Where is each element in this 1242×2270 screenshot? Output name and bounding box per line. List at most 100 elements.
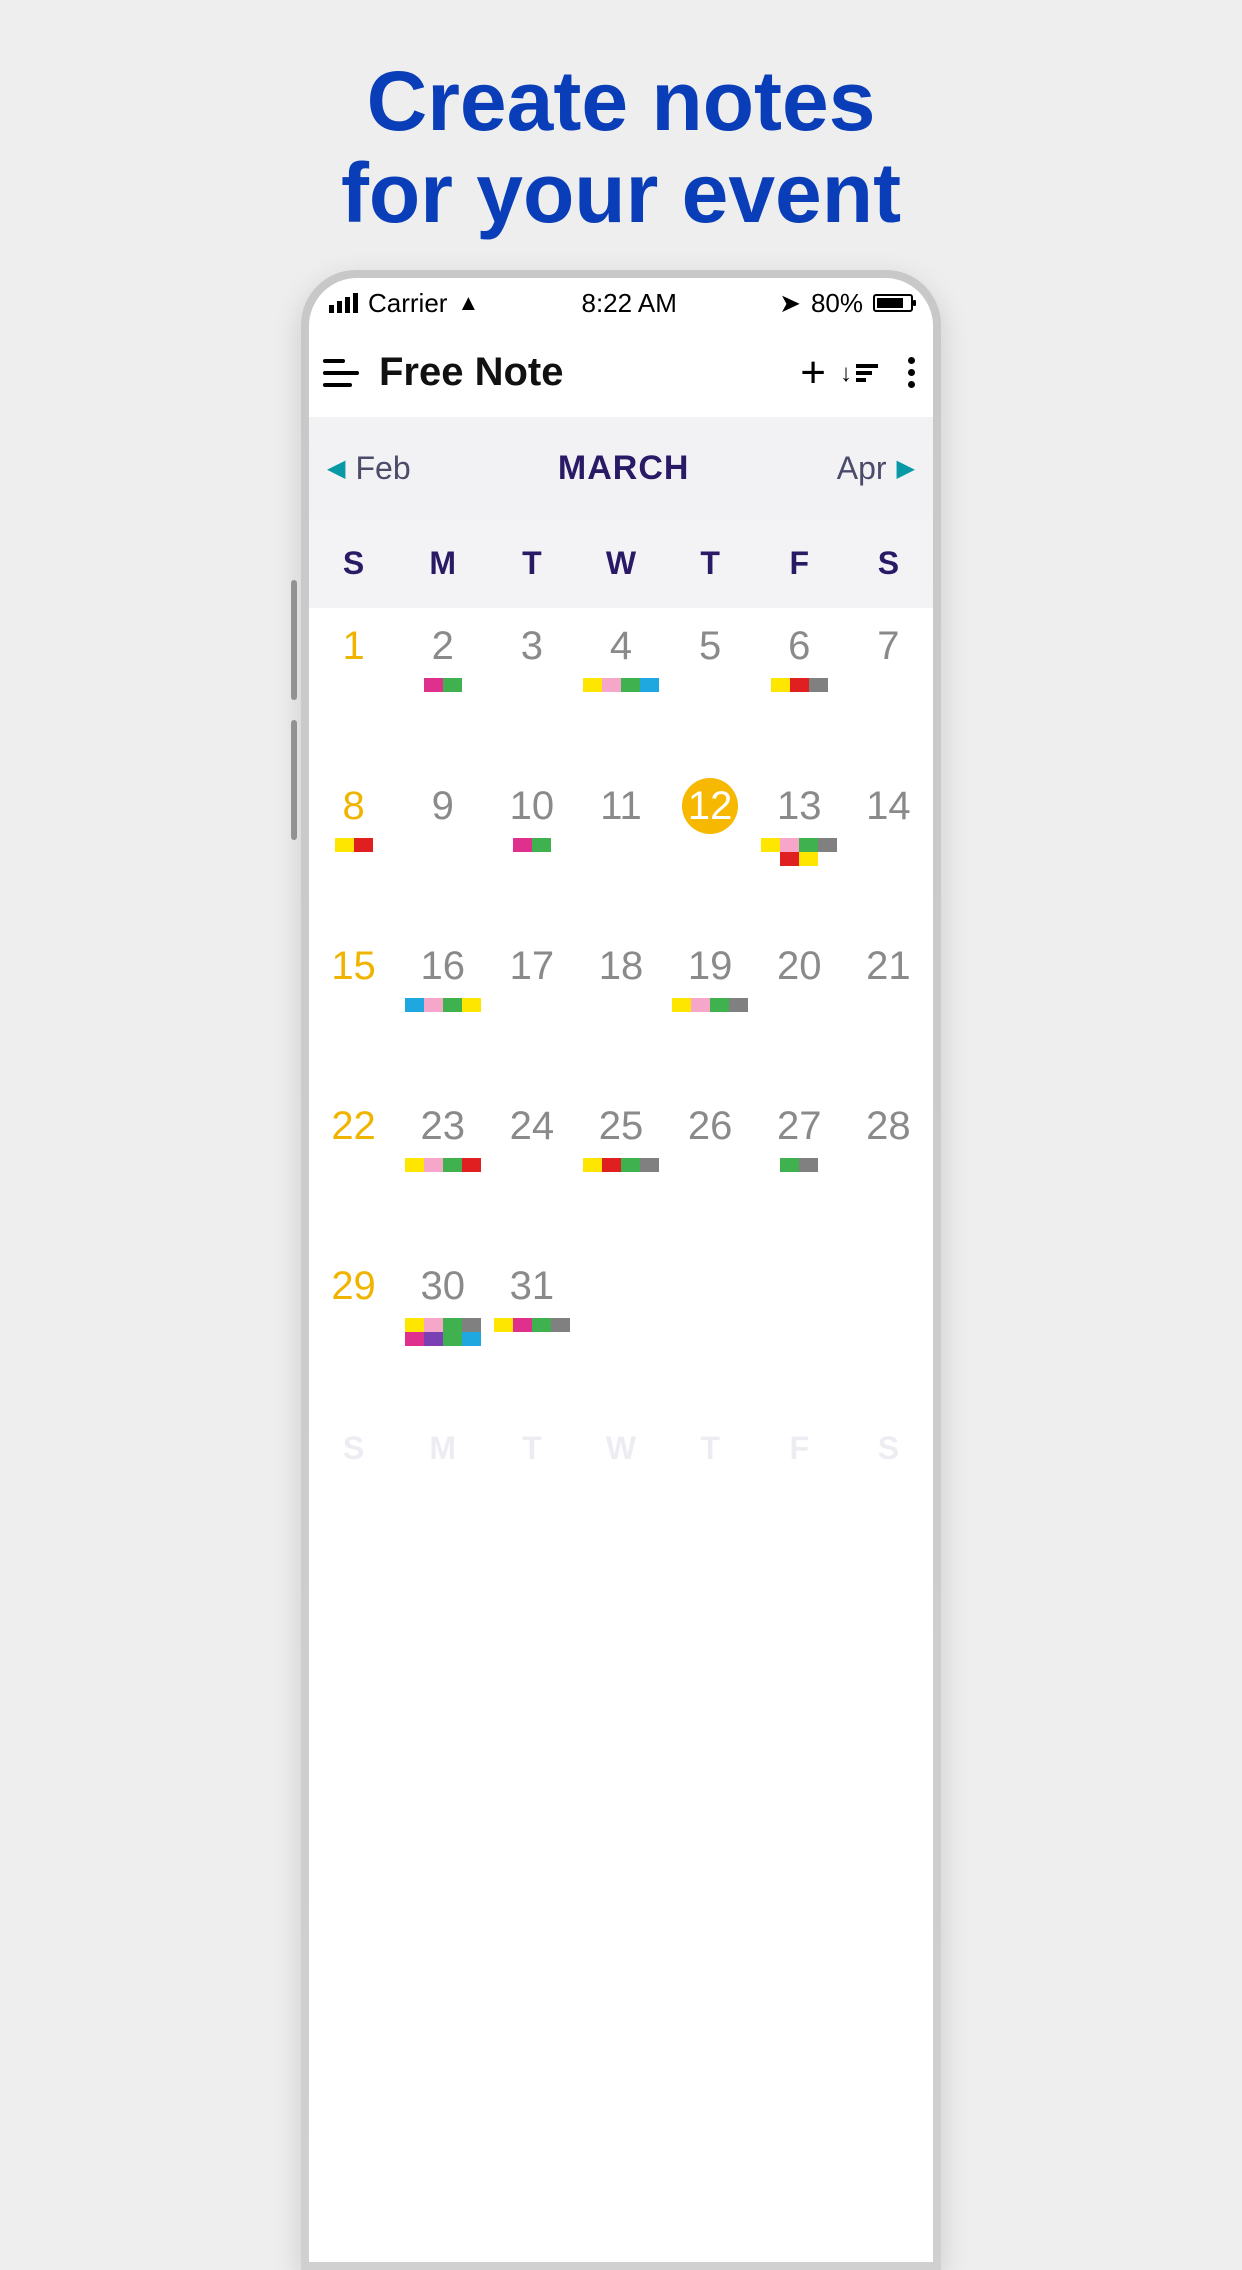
day-number: 3 [521, 618, 543, 674]
menu-icon[interactable] [323, 359, 359, 387]
promo-line-1: Create notes [0, 55, 1242, 147]
day-number: 31 [510, 1258, 555, 1314]
calendar-day[interactable]: 19 [666, 928, 755, 1088]
tag-yellow [462, 998, 481, 1012]
calendar-day[interactable]: 15 [309, 928, 398, 1088]
tag-green [621, 1158, 640, 1172]
tag-green [532, 1318, 551, 1332]
tag-yellow [405, 1158, 424, 1172]
tag-green [621, 678, 640, 692]
calendar-day[interactable]: 17 [487, 928, 576, 1088]
day-number: 16 [420, 938, 465, 994]
calendar-day[interactable]: 11 [576, 768, 665, 928]
app-header: Free Note + [309, 328, 933, 418]
next-month-button[interactable]: Apr ▶ [837, 450, 915, 487]
more-button[interactable] [908, 357, 915, 388]
day-number: 9 [432, 778, 454, 834]
tag-green [532, 838, 551, 852]
calendar-day[interactable]: 25 [576, 1088, 665, 1248]
chevron-left-icon: ◀ [327, 454, 345, 483]
day-tags [405, 678, 481, 692]
calendar-day[interactable]: 14 [844, 768, 933, 928]
tag-yellow [799, 852, 818, 866]
day-tags [494, 1318, 570, 1332]
day-tags [405, 1158, 481, 1172]
calendar-day[interactable]: 21 [844, 928, 933, 1088]
calendar-day[interactable]: 16 [398, 928, 487, 1088]
day-number: 6 [788, 618, 810, 674]
calendar-day[interactable]: 27 [755, 1088, 844, 1248]
status-time: 8:22 AM [581, 288, 676, 319]
weekday-label: W [576, 518, 665, 608]
tag-blue [462, 1332, 481, 1346]
weekday-label: T [487, 518, 576, 608]
prev-month-button[interactable]: ◀ Feb [327, 450, 411, 487]
tag-green [443, 1158, 462, 1172]
tag-pink [513, 1318, 532, 1332]
day-number: 1 [342, 618, 364, 674]
sort-button[interactable] [856, 364, 878, 382]
calendar-day[interactable]: 13 [755, 768, 844, 928]
tag-lpink [424, 1158, 443, 1172]
calendar-day[interactable]: 29 [309, 1248, 398, 1408]
tag-lpink [424, 1318, 443, 1332]
day-number: 15 [331, 938, 376, 994]
tag-red [780, 852, 799, 866]
calendar-day[interactable]: 5 [666, 608, 755, 768]
signal-icon [329, 293, 358, 313]
calendar-day[interactable]: 6 [755, 608, 844, 768]
calendar-day[interactable]: 4 [576, 608, 665, 768]
day-number: 10 [510, 778, 555, 834]
calendar-day[interactable]: 12 [666, 768, 755, 928]
day-number: 4 [610, 618, 632, 674]
calendar-day[interactable]: 24 [487, 1088, 576, 1248]
day-number: 19 [688, 938, 733, 994]
day-number: 30 [420, 1258, 465, 1314]
tag-green [443, 1332, 462, 1346]
tag-green [443, 1318, 462, 1332]
day-tags [583, 1158, 659, 1172]
calendar-day[interactable]: 22 [309, 1088, 398, 1248]
day-number: 2 [432, 618, 454, 674]
calendar-day[interactable]: 3 [487, 608, 576, 768]
day-number: 18 [599, 938, 644, 994]
tag-yellow [672, 998, 691, 1012]
calendar-day[interactable]: 2 [398, 608, 487, 768]
calendar-day[interactable]: 8 [309, 768, 398, 928]
calendar-day[interactable]: 28 [844, 1088, 933, 1248]
weekday-header: SMTWTFS [309, 518, 933, 608]
calendar-day[interactable]: 30 [398, 1248, 487, 1408]
tag-red [602, 1158, 621, 1172]
calendar-day[interactable]: 9 [398, 768, 487, 928]
tag-gray [818, 838, 837, 852]
tag-blue [405, 998, 424, 1012]
day-number: 27 [777, 1098, 822, 1154]
tag-lpink [602, 678, 621, 692]
prev-month-label: Feb [355, 450, 410, 487]
calendar-grid: 1234567891011121314151617181920212223242… [309, 608, 933, 1408]
add-button[interactable]: + [800, 351, 826, 395]
day-number: 11 [600, 778, 642, 834]
day-number: 7 [877, 618, 899, 674]
chevron-right-icon: ▶ [897, 454, 915, 483]
calendar-day[interactable]: 18 [576, 928, 665, 1088]
tag-yellow [771, 678, 790, 692]
tag-purple [424, 1332, 443, 1346]
wifi-icon: ▲ [457, 290, 479, 316]
phone-side-button-2 [291, 720, 297, 840]
calendar-day[interactable]: 31 [487, 1248, 576, 1408]
calendar-day[interactable]: 10 [487, 768, 576, 928]
weekday-label: S [309, 1408, 398, 1488]
calendar-day[interactable]: 1 [309, 608, 398, 768]
calendar-day[interactable]: 23 [398, 1088, 487, 1248]
day-number: 26 [688, 1098, 733, 1154]
day-number: 21 [866, 938, 911, 994]
day-number: 12 [682, 778, 738, 834]
calendar-day[interactable]: 20 [755, 928, 844, 1088]
tag-gray [640, 1158, 659, 1172]
phone-frame: Carrier ▲ 8:22 AM ➤ 80% Free Note + [301, 270, 941, 2270]
calendar-day[interactable]: 7 [844, 608, 933, 768]
calendar-day[interactable]: 26 [666, 1088, 755, 1248]
current-month-label: MARCH [558, 449, 690, 488]
tag-yellow [335, 838, 354, 852]
